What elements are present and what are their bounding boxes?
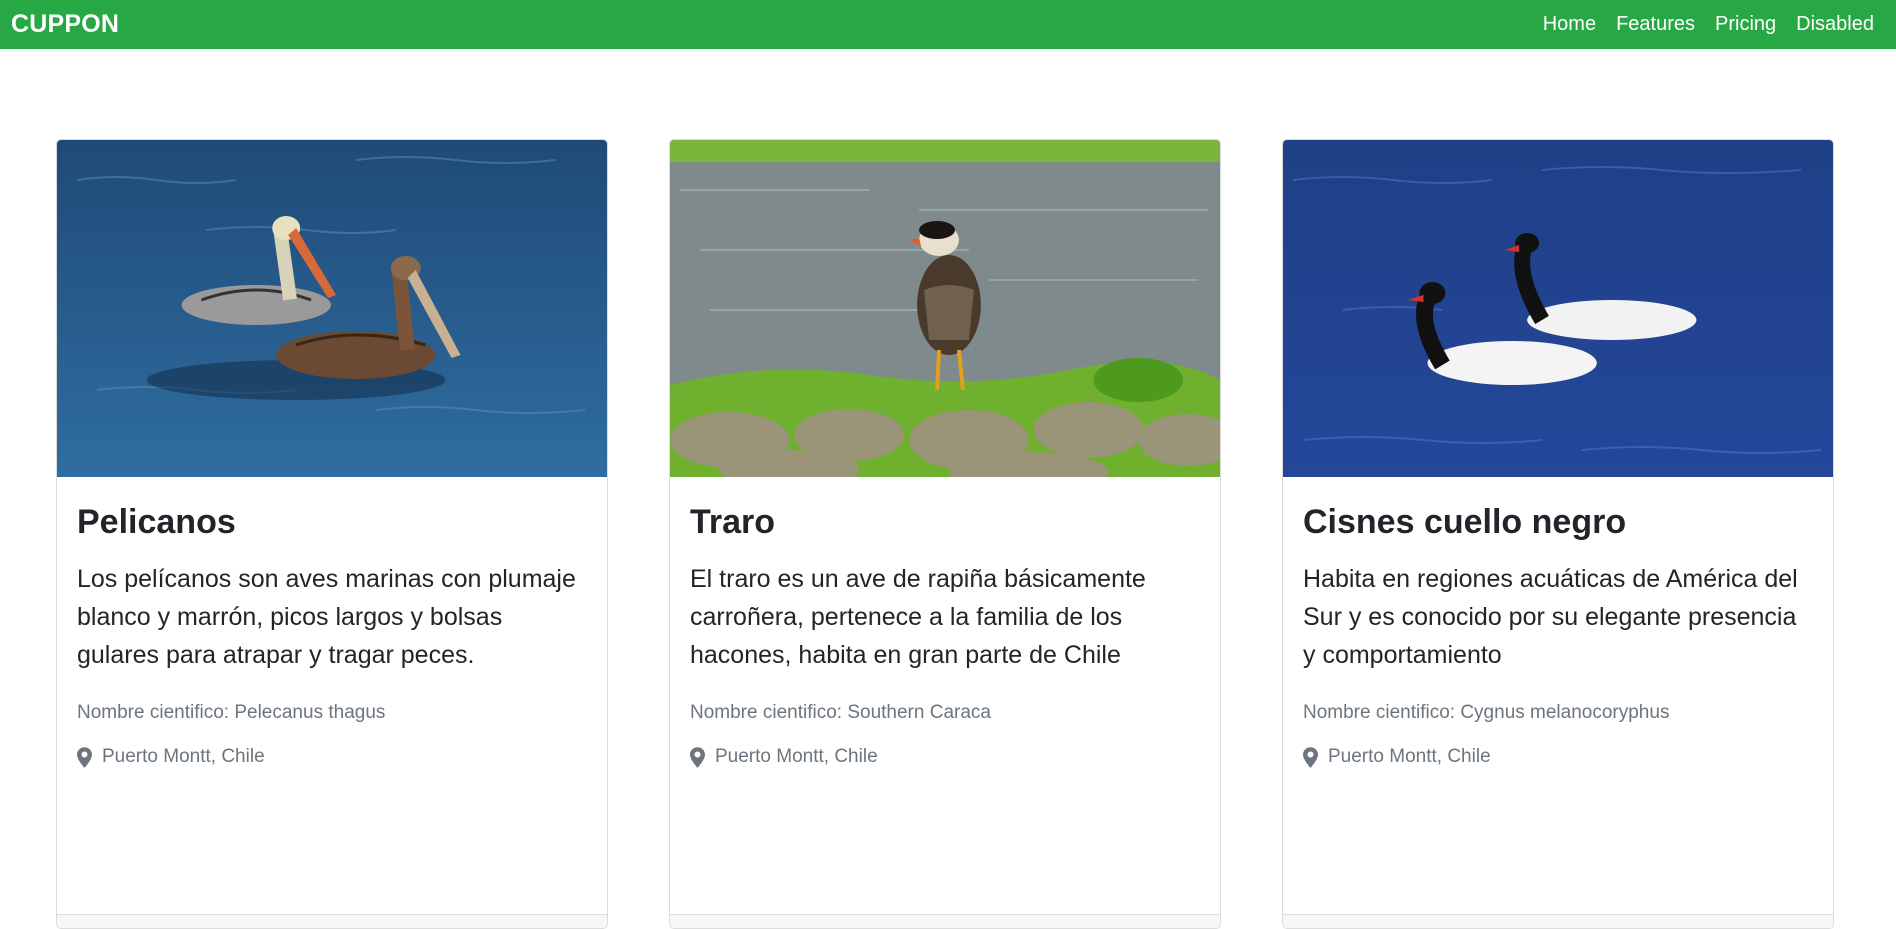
card-text: El traro es un ave de rapiña básicamente… xyxy=(690,565,1146,669)
card-pelicanos: Pelicanos Los pelícanos son aves marinas… xyxy=(56,139,608,929)
brand-logo[interactable]: CUPPON xyxy=(11,10,119,39)
card-footer xyxy=(670,914,1220,928)
scientific-name: Nombre cientifico: Cygnus melanocoryphus xyxy=(1303,702,1670,723)
nav-home[interactable]: Home xyxy=(1533,13,1606,36)
location-text: Puerto Montt, Chile xyxy=(715,746,878,767)
card-body: Pelicanos Los pelícanos son aves marinas… xyxy=(57,477,607,768)
swans-image xyxy=(1283,140,1833,477)
card-title: Cisnes cuello negro xyxy=(1303,503,1627,541)
map-marker-icon xyxy=(690,746,705,768)
nav-pricing[interactable]: Pricing xyxy=(1705,13,1786,36)
location: Puerto Montt, Chile xyxy=(77,746,587,768)
card-title: Traro xyxy=(690,503,776,541)
nav-links: Home Features Pricing Disabled xyxy=(1533,13,1884,36)
card-text: Habita en regiones acuáticas de América … xyxy=(1303,565,1798,669)
card-cisnes: Cisnes cuello negro Habita en regiones a… xyxy=(1282,139,1834,929)
cards-grid: Pelicanos Los pelícanos son aves marinas… xyxy=(56,139,1836,929)
card-title: Pelicanos xyxy=(77,503,236,541)
nav-disabled[interactable]: Disabled xyxy=(1786,13,1884,36)
map-marker-icon xyxy=(77,746,92,768)
nav-features[interactable]: Features xyxy=(1606,13,1705,36)
card-body: Traro El traro es un ave de rapiña básic… xyxy=(670,477,1220,768)
card-text: Los pelícanos son aves marinas con pluma… xyxy=(77,565,576,669)
card-traro: Traro El traro es un ave de rapiña básic… xyxy=(669,139,1221,929)
card-body: Cisnes cuello negro Habita en regiones a… xyxy=(1283,477,1833,768)
navbar: CUPPON Home Features Pricing Disabled xyxy=(0,0,1896,49)
scientific-name: Nombre cientifico: Pelecanus thagus xyxy=(77,702,386,723)
location-text: Puerto Montt, Chile xyxy=(102,746,265,767)
location: Puerto Montt, Chile xyxy=(1303,746,1813,768)
pelicans-image xyxy=(57,140,607,477)
card-footer xyxy=(1283,914,1833,928)
scientific-name: Nombre cientifico: Southern Caraca xyxy=(690,702,991,723)
location: Puerto Montt, Chile xyxy=(690,746,1200,768)
location-text: Puerto Montt, Chile xyxy=(1328,746,1491,767)
map-marker-icon xyxy=(1303,746,1318,768)
card-footer xyxy=(57,914,607,928)
caracara-image xyxy=(670,140,1220,477)
